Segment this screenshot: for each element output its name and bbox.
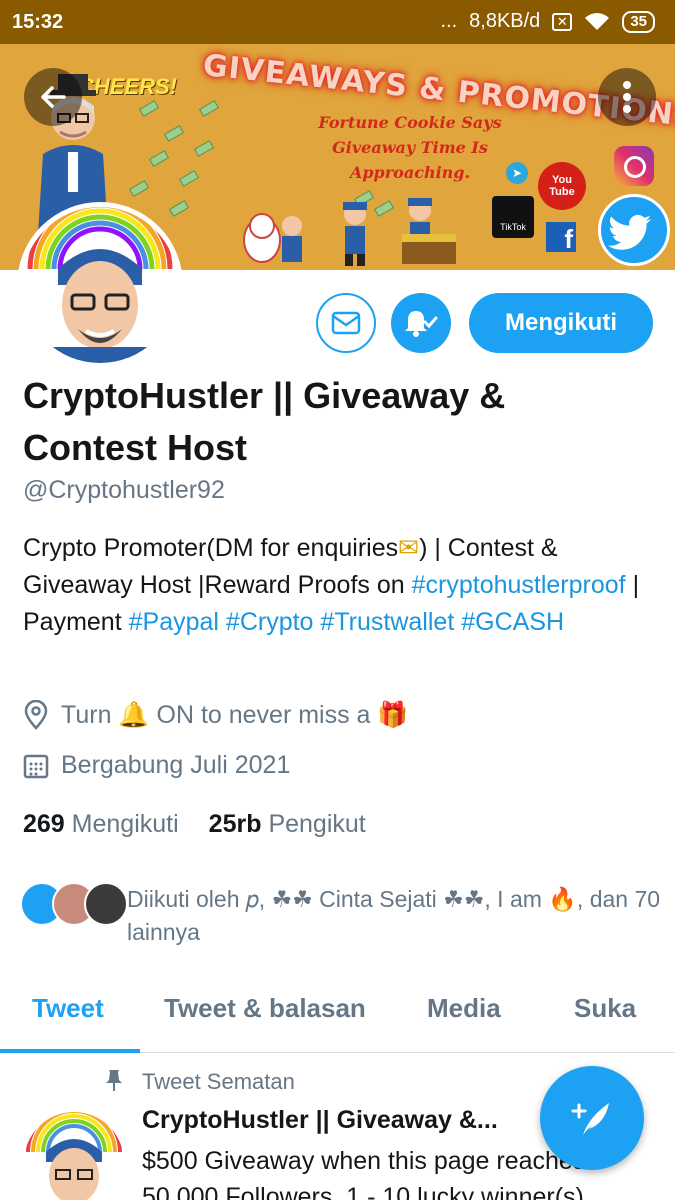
calendar-icon <box>23 754 49 778</box>
facebook-icon: f <box>546 222 576 254</box>
money-decoration <box>128 180 150 197</box>
treasure-chest-icon <box>402 198 456 264</box>
profile-name: CryptoHustler || Giveaway & Contest Host <box>23 375 506 468</box>
money-decoration <box>138 100 160 117</box>
tab-tweets[interactable]: Tweet <box>32 993 104 1024</box>
fortune-line1: Fortune Cookie Says <box>318 113 502 132</box>
notifications-button[interactable] <box>391 293 451 353</box>
more-vertical-icon <box>623 81 631 113</box>
status-time: 15:32 <box>12 11 64 33</box>
location-text: ON to never miss a <box>149 700 378 729</box>
pin-icon <box>106 1070 122 1091</box>
envelope-emoji-icon: ✉ <box>398 534 420 562</box>
hashtag-link[interactable]: #Crypto <box>226 608 314 636</box>
wifi-icon <box>585 12 610 30</box>
money-decoration <box>163 125 185 142</box>
money-decoration <box>168 200 190 217</box>
tweet-author-avatar[interactable] <box>24 1112 124 1200</box>
profile-bio: Crypto Promoter(DM for enquiries✉) | Con… <box>23 530 663 641</box>
compose-feather-icon <box>571 1103 609 1135</box>
tab-likes[interactable]: Suka <box>574 993 636 1024</box>
tweet-author-name[interactable]: CryptoHustler || Giveaway &... <box>142 1106 498 1135</box>
following-link[interactable]: 269 Mengikuti <box>23 810 179 839</box>
joined-row: Bergabung Juli 2021 <box>23 751 290 780</box>
hashtag-link[interactable]: #Paypal <box>129 608 219 636</box>
followers-label: Pengikut <box>268 810 366 838</box>
followed-by-avatars[interactable] <box>20 882 128 926</box>
following-label: Mengikuti <box>71 810 179 838</box>
location-text: Turn <box>61 700 119 729</box>
profile-handle: @Cryptohustler92 <box>23 476 225 504</box>
gift-emoji-icon: 🎁 <box>377 700 409 729</box>
mail-icon <box>331 311 361 335</box>
location-row: Turn 🔔 ON to never miss a 🎁 <box>23 700 409 730</box>
profile-tabs: Tweet Tweet & balasan Media Suka <box>0 975 675 1053</box>
followed-by-text[interactable]: Diikuti oleh 𝑝, ☘☘ Cinta Sejati ☘☘, I am… <box>127 883 667 949</box>
tab-media[interactable]: Media <box>427 993 501 1024</box>
following-button[interactable]: Mengikuti <box>469 293 653 353</box>
location-pin-icon <box>24 700 48 730</box>
tab-tweets-replies[interactable]: Tweet & balasan <box>164 993 366 1024</box>
back-button[interactable] <box>24 68 82 126</box>
network-speed: 8,8KB/d <box>469 10 541 32</box>
more-options-button[interactable] <box>598 68 656 126</box>
back-arrow-icon <box>41 86 66 108</box>
avatar <box>84 882 128 926</box>
followers-link[interactable]: 25rb Pengikut <box>209 810 366 839</box>
twitter-bird-icon <box>598 194 670 266</box>
hashtag-link[interactable]: #GCASH <box>461 608 564 636</box>
money-decoration <box>198 100 220 117</box>
joined-text: Bergabung Juli 2021 <box>61 751 291 779</box>
money-decoration <box>193 140 215 157</box>
battery-icon: 35 <box>622 10 655 33</box>
telegram-icon: ➤ <box>506 162 528 184</box>
instagram-icon <box>614 146 654 186</box>
hashtag-link[interactable]: #cryptohustlerproof <box>412 571 626 599</box>
money-decoration <box>373 200 395 217</box>
follow-counts: 269 Mengikuti 25rb Pengikut <box>23 810 366 839</box>
youtube-icon: You Tube <box>538 162 586 210</box>
tiktok-icon: TikTok <box>492 196 534 238</box>
sim-off-icon: ✕ <box>552 12 573 31</box>
compose-tweet-button[interactable] <box>540 1066 644 1170</box>
pinned-tweet-label: Tweet Sematan <box>142 1069 295 1094</box>
profile-avatar[interactable] <box>17 202 183 368</box>
money-decoration <box>148 150 170 167</box>
dancing-character-icon <box>343 202 367 266</box>
message-button[interactable] <box>316 293 376 353</box>
followers-count: 25rb <box>208 810 262 838</box>
money-decoration <box>178 170 200 187</box>
lucky-cat-icon <box>243 213 302 263</box>
bio-text: Crypto Promoter(DM for enquiries <box>23 534 399 562</box>
notification-dots: ... <box>440 10 458 32</box>
hashtag-link[interactable]: #Trustwallet <box>320 608 454 636</box>
active-tab-indicator <box>0 1049 140 1053</box>
status-bar: 15:32 ... 8,8KB/d ✕ 35 <box>0 0 675 44</box>
bell-check-icon <box>405 311 438 337</box>
following-count: 269 <box>23 810 65 838</box>
bell-emoji-icon: 🔔 <box>118 700 150 729</box>
